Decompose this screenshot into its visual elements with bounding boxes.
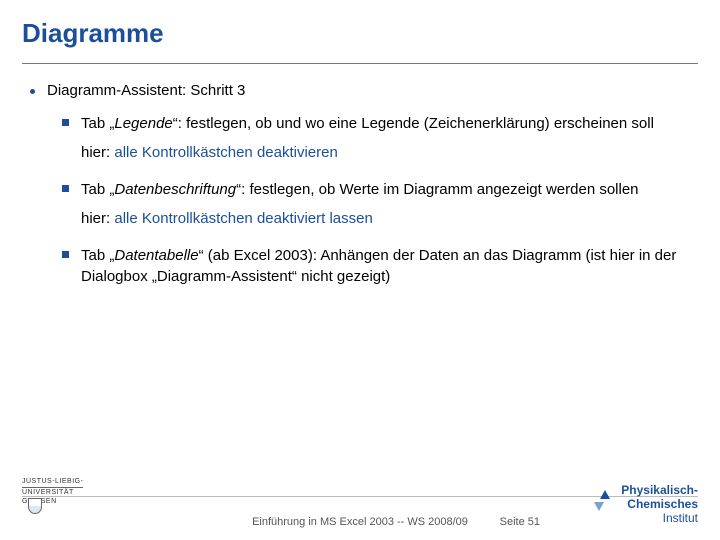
- bullet-square-icon: [62, 251, 69, 258]
- hint-line: hier: alle Kontrollkästchen deaktiviert …: [81, 210, 698, 227]
- level2-item: Tab „Legende“: festlegen, ob und wo eine…: [62, 113, 698, 134]
- bullet-square-icon: [62, 119, 69, 126]
- level2-item: Tab „Datenbeschriftung“: festlegen, ob W…: [62, 179, 698, 200]
- slide-title: Diagramme: [22, 18, 698, 49]
- hint-line: hier: alle Kontrollkästchen deaktivieren: [81, 144, 698, 161]
- bullet-square-icon: [62, 185, 69, 192]
- shield-icon: [28, 498, 42, 514]
- level2-text: Tab „Datentabelle“ (ab Excel 2003): Anhä…: [81, 245, 698, 287]
- level2-item: Tab „Datentabelle“ (ab Excel 2003): Anhä…: [62, 245, 698, 287]
- arrows-icon: [591, 490, 619, 518]
- level2-text: Tab „Datenbeschriftung“: festlegen, ob W…: [81, 179, 639, 200]
- title-divider: [22, 63, 698, 64]
- level1-text: Diagramm-Assistent: Schritt 3: [47, 82, 245, 99]
- level1-item: Diagramm-Assistent: Schritt 3: [30, 82, 698, 99]
- slide-footer: JUSTUS-LIEBIG- UNIVERSITÄTGIESSEN Einfüh…: [0, 476, 720, 540]
- level2-text: Tab „Legende“: festlegen, ob und wo eine…: [81, 113, 654, 134]
- bullet-dot-icon: [30, 89, 35, 94]
- footer-page-number: Seite 51: [500, 516, 540, 528]
- institute-logo: Physikalisch- Chemisches Institut: [621, 484, 698, 525]
